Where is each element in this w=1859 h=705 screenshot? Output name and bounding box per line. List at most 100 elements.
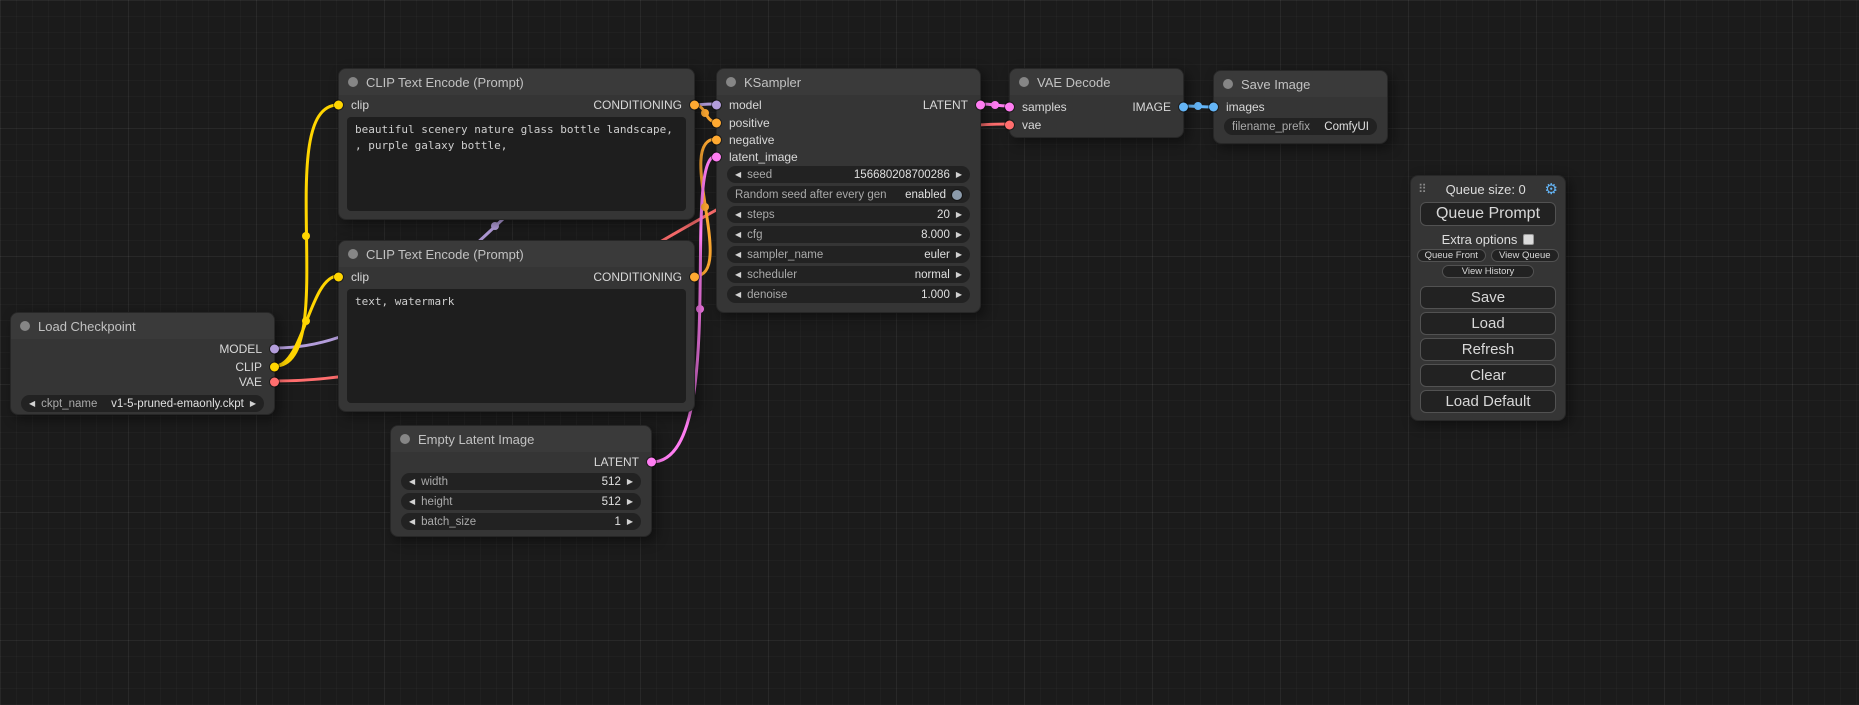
increment-arrow-icon[interactable]: ▶ bbox=[956, 251, 962, 259]
collapse-dot-icon[interactable] bbox=[348, 77, 358, 87]
widget-label: denoise bbox=[747, 289, 787, 301]
height-widget[interactable]: ◀ height 512 ▶ bbox=[401, 493, 641, 510]
graph-canvas[interactable]: Load Checkpoint MODEL CLIP VAE ◀ ckpt_na… bbox=[0, 0, 1859, 705]
collapse-dot-icon[interactable] bbox=[400, 434, 410, 444]
decrement-arrow-icon[interactable]: ◀ bbox=[409, 518, 415, 526]
widget-label: batch_size bbox=[421, 516, 476, 528]
extra-options-checkbox[interactable] bbox=[1523, 234, 1534, 245]
decrement-arrow-icon[interactable]: ◀ bbox=[29, 400, 35, 408]
collapse-dot-icon[interactable] bbox=[726, 77, 736, 87]
queue-prompt-button[interactable]: Queue Prompt bbox=[1420, 202, 1556, 226]
vae-input-port[interactable] bbox=[1005, 121, 1014, 130]
node-header[interactable]: Load Checkpoint bbox=[11, 313, 274, 339]
widget-value: 1.000 bbox=[921, 289, 950, 301]
collapse-dot-icon[interactable] bbox=[1223, 79, 1233, 89]
decrement-arrow-icon[interactable]: ◀ bbox=[735, 271, 741, 279]
load-button[interactable]: Load bbox=[1420, 312, 1556, 335]
sampler-name-widget[interactable]: ◀ sampler_name euler ▶ bbox=[727, 246, 970, 263]
clip-input-port[interactable] bbox=[334, 273, 343, 282]
filename-prefix-widget[interactable]: filename_prefix ComfyUI bbox=[1224, 118, 1377, 135]
increment-arrow-icon[interactable]: ▶ bbox=[956, 171, 962, 179]
decrement-arrow-icon[interactable]: ◀ bbox=[735, 251, 741, 259]
image-output-port[interactable] bbox=[1179, 103, 1188, 112]
queue-buttons-row: Queue Front View Queue bbox=[1417, 249, 1559, 262]
view-queue-button[interactable]: View Queue bbox=[1491, 249, 1560, 262]
input-label-negative: negative bbox=[729, 133, 774, 147]
increment-arrow-icon[interactable]: ▶ bbox=[627, 518, 633, 526]
refresh-button[interactable]: Refresh bbox=[1420, 338, 1556, 361]
slot-row: MODEL bbox=[11, 341, 274, 357]
width-widget[interactable]: ◀ width 512 ▶ bbox=[401, 473, 641, 490]
extra-options-label: Extra options bbox=[1442, 232, 1518, 247]
steps-widget[interactable]: ◀ steps 20 ▶ bbox=[727, 206, 970, 223]
wire-dot-image bbox=[1194, 102, 1202, 110]
node-header[interactable]: VAE Decode bbox=[1010, 69, 1183, 95]
slot-row: vae bbox=[1010, 117, 1183, 133]
latent-image-input-port[interactable] bbox=[712, 153, 721, 162]
ckpt-name-widget[interactable]: ◀ ckpt_name v1-5-pruned-emaonly.ckpt ▶ bbox=[21, 395, 264, 412]
increment-arrow-icon[interactable]: ▶ bbox=[956, 291, 962, 299]
decrement-arrow-icon[interactable]: ◀ bbox=[735, 291, 741, 299]
view-history-button[interactable]: View History bbox=[1442, 265, 1534, 278]
node-vae-decode[interactable]: VAE Decode samples IMAGE vae bbox=[1009, 68, 1184, 138]
clip-output-port[interactable] bbox=[270, 363, 279, 372]
toggle-icon[interactable] bbox=[952, 190, 962, 200]
widget-label: Random seed after every gen bbox=[735, 189, 887, 201]
conditioning-output-port[interactable] bbox=[690, 273, 699, 282]
seed-widget[interactable]: ◀ seed 156680208700286 ▶ bbox=[727, 166, 970, 183]
cfg-widget[interactable]: ◀ cfg 8.000 ▶ bbox=[727, 226, 970, 243]
increment-arrow-icon[interactable]: ▶ bbox=[627, 498, 633, 506]
node-empty-latent-image[interactable]: Empty Latent Image LATENT ◀ width 512 ▶ … bbox=[390, 425, 652, 537]
collapse-dot-icon[interactable] bbox=[348, 249, 358, 259]
node-load-checkpoint[interactable]: Load Checkpoint MODEL CLIP VAE ◀ ckpt_na… bbox=[10, 312, 275, 415]
positive-prompt-textarea[interactable]: beautiful scenery nature glass bottle la… bbox=[347, 117, 686, 211]
increment-arrow-icon[interactable]: ▶ bbox=[956, 231, 962, 239]
node-header[interactable]: Empty Latent Image bbox=[391, 426, 651, 452]
increment-arrow-icon[interactable]: ▶ bbox=[956, 271, 962, 279]
increment-arrow-icon[interactable]: ▶ bbox=[627, 478, 633, 486]
decrement-arrow-icon[interactable]: ◀ bbox=[409, 498, 415, 506]
latent-output-port[interactable] bbox=[976, 101, 985, 110]
negative-prompt-textarea[interactable]: text, watermark bbox=[347, 289, 686, 403]
collapse-dot-icon[interactable] bbox=[20, 321, 30, 331]
input-label-vae: vae bbox=[1022, 118, 1041, 132]
positive-input-port[interactable] bbox=[712, 119, 721, 128]
node-title: Load Checkpoint bbox=[38, 319, 136, 334]
denoise-widget[interactable]: ◀ denoise 1.000 ▶ bbox=[727, 286, 970, 303]
node-clip-text-encode-negative[interactable]: CLIP Text Encode (Prompt) clip CONDITION… bbox=[338, 240, 695, 412]
node-save-image[interactable]: Save Image images filename_prefix ComfyU… bbox=[1213, 70, 1388, 144]
clip-input-port[interactable] bbox=[334, 101, 343, 110]
increment-arrow-icon[interactable]: ▶ bbox=[956, 211, 962, 219]
decrement-arrow-icon[interactable]: ◀ bbox=[735, 211, 741, 219]
increment-arrow-icon[interactable]: ▶ bbox=[250, 400, 256, 408]
batch-size-widget[interactable]: ◀ batch_size 1 ▶ bbox=[401, 513, 641, 530]
samples-input-port[interactable] bbox=[1005, 103, 1014, 112]
decrement-arrow-icon[interactable]: ◀ bbox=[735, 171, 741, 179]
widget-value: 8.000 bbox=[921, 229, 950, 241]
node-ksampler[interactable]: KSampler model LATENT positive negative … bbox=[716, 68, 981, 313]
load-default-button[interactable]: Load Default bbox=[1420, 390, 1556, 413]
latent-output-port[interactable] bbox=[647, 458, 656, 467]
node-header[interactable]: Save Image bbox=[1214, 71, 1387, 97]
node-header[interactable]: CLIP Text Encode (Prompt) bbox=[339, 241, 694, 267]
node-clip-text-encode-positive[interactable]: CLIP Text Encode (Prompt) clip CONDITION… bbox=[338, 68, 695, 220]
drag-handle-icon[interactable]: ⠿ bbox=[1418, 182, 1427, 196]
collapse-dot-icon[interactable] bbox=[1019, 77, 1029, 87]
decrement-arrow-icon[interactable]: ◀ bbox=[735, 231, 741, 239]
node-header[interactable]: KSampler bbox=[717, 69, 980, 95]
queue-front-button[interactable]: Queue Front bbox=[1417, 249, 1486, 262]
settings-gear-icon[interactable]: ⚙ bbox=[1545, 180, 1558, 198]
output-label-latent: LATENT bbox=[923, 98, 968, 112]
save-button[interactable]: Save bbox=[1420, 286, 1556, 309]
model-input-port[interactable] bbox=[712, 101, 721, 110]
scheduler-widget[interactable]: ◀ scheduler normal ▶ bbox=[727, 266, 970, 283]
clear-button[interactable]: Clear bbox=[1420, 364, 1556, 387]
model-output-port[interactable] bbox=[270, 345, 279, 354]
conditioning-output-port[interactable] bbox=[690, 101, 699, 110]
vae-output-port[interactable] bbox=[270, 378, 279, 387]
node-header[interactable]: CLIP Text Encode (Prompt) bbox=[339, 69, 694, 95]
decrement-arrow-icon[interactable]: ◀ bbox=[409, 478, 415, 486]
images-input-port[interactable] bbox=[1209, 103, 1218, 112]
negative-input-port[interactable] bbox=[712, 136, 721, 145]
random-seed-widget[interactable]: Random seed after every gen enabled bbox=[727, 186, 970, 203]
